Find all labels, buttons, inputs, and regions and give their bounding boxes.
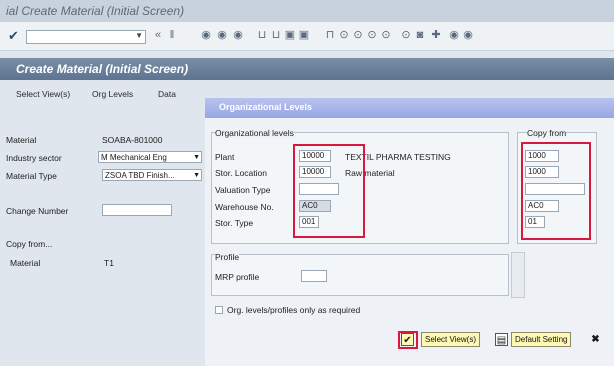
mrp-profile-label: MRP profile [215, 272, 260, 282]
window-titlebar: ial Create Material (Initial Screen) [0, 0, 614, 22]
copy-from-group-label: Copy from [527, 128, 567, 138]
close-icon[interactable]: ✖ [589, 333, 602, 346]
select-views-button[interactable]: Select View(s) [421, 332, 480, 347]
first-page-icon[interactable]: ▣ [298, 29, 310, 41]
org-levels-checkbox-label: Org. levels/profiles only as required [227, 305, 361, 315]
change-number-input[interactable] [102, 204, 172, 216]
dialog-header: Organizational Levels [205, 98, 614, 118]
settings-icon[interactable]: ◙ [414, 29, 426, 41]
save-icon[interactable]: ◉ [232, 29, 244, 41]
screen-header: Create Material (Initial Screen) [0, 58, 614, 80]
material-type-select[interactable]: ZSOA TBD Finish... ▼ [102, 169, 202, 181]
new-session-icon[interactable]: ⊙ [366, 29, 378, 41]
storage-type-label: Stor. Type [215, 218, 254, 228]
command-field[interactable]: ▼ [26, 30, 146, 44]
find-next-icon[interactable]: ▣ [284, 29, 296, 41]
copy-material-value[interactable]: T1 [104, 258, 114, 268]
org-levels-dialog: Organizational Levels Organizational lev… [205, 98, 614, 366]
material-value[interactable]: SOABA-801000 [102, 135, 162, 145]
layout-icon[interactable]: ⊙ [400, 29, 412, 41]
check-icon[interactable]: ✔ [401, 333, 414, 346]
chevron-down-icon: ▼ [193, 154, 200, 161]
plant-label: Plant [215, 152, 235, 162]
material-type-label: Material Type [6, 171, 57, 181]
pause-icon[interactable]: ǁ [166, 29, 178, 41]
print-icon[interactable]: ⊔ [256, 29, 268, 41]
chevron-down-icon: ▼ [193, 172, 200, 179]
prev-page-icon[interactable]: ⊓ [324, 29, 336, 41]
default-setting-button[interactable]: Default Setting [511, 332, 572, 347]
profile-group-label: Profile [215, 252, 240, 262]
initial-screen-form: Material SOABA-801000 Industry sector M … [0, 100, 205, 366]
add-icon[interactable]: ✚ [430, 29, 442, 41]
cancel-icon[interactable]: ◉ [216, 29, 228, 41]
copy-material-label: Material [10, 258, 41, 268]
org-levels-group-label: Organizational levels [215, 128, 294, 138]
material-label: Material [6, 135, 37, 145]
vertical-scrollbar[interactable] [511, 252, 525, 298]
last-page-icon[interactable]: ⊙ [352, 29, 364, 41]
valuation-type-label: Valuation Type [215, 185, 271, 195]
chevron-down-icon[interactable]: ▼ [135, 31, 143, 40]
storage-location-label: Stor. Location [215, 168, 267, 178]
mrp-profile-input[interactable] [301, 270, 327, 282]
warehouse-label: Warehouse No. [215, 202, 274, 212]
next-page-icon[interactable]: ⊙ [338, 29, 350, 41]
industry-sector-select[interactable]: M Mechanical Eng ▼ [98, 151, 202, 163]
org-levels-checkbox[interactable] [215, 306, 223, 314]
find-icon[interactable]: ⊔ [270, 29, 282, 41]
org-levels-tab[interactable]: Org Levels [92, 89, 133, 99]
screen-title: Create Material (Initial Screen) [16, 62, 189, 76]
enter-check-icon[interactable]: ✔ [8, 28, 19, 44]
dialog-title: Organizational Levels [219, 102, 313, 112]
exit-icon[interactable]: ◉ [200, 29, 212, 41]
toolbar: ✔ ▼ « ǁ ◉ ◉ ◉ ⊔ ⊔ ▣ ▣ ⊓ ⊙ ⊙ ⊙ ⊙ ⊙ ◙ ✚ ◉ … [0, 22, 614, 51]
customize-icon[interactable]: ◉ [462, 29, 474, 41]
change-number-label: Change Number [6, 206, 69, 216]
window-title: ial Create Material (Initial Screen) [6, 4, 185, 18]
org-values-highlight [293, 144, 365, 238]
default-setting-icon[interactable]: ▤ [495, 333, 508, 346]
shortcut-icon[interactable]: ⊙ [380, 29, 392, 41]
industry-sector-label: Industry sector [6, 153, 62, 163]
back-icon[interactable]: « [152, 29, 164, 41]
help-icon[interactable]: ◉ [448, 29, 460, 41]
copy-from-label: Copy from... [6, 239, 53, 249]
data-tab[interactable]: Data [158, 89, 176, 99]
copy-values-highlight [521, 142, 591, 240]
select-views-tab[interactable]: Select View(s) [16, 89, 70, 99]
